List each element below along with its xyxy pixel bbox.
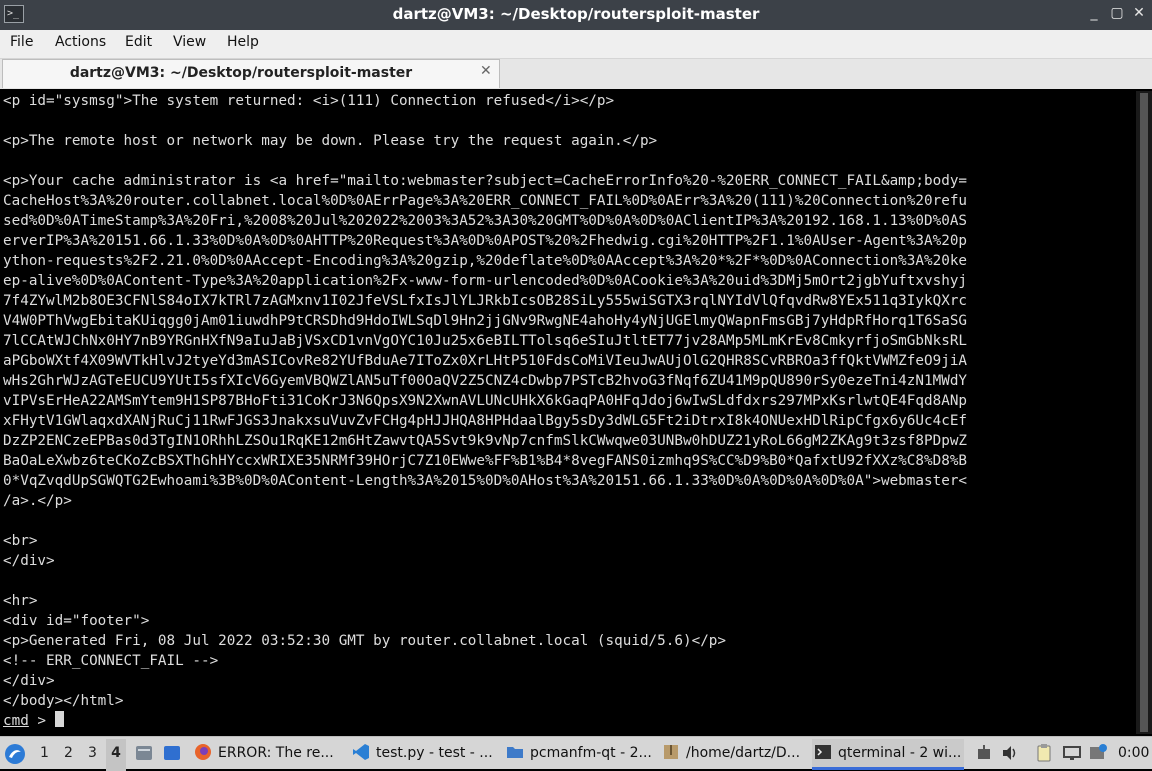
task-firefox[interactable]: ERROR: The re... — [192, 739, 342, 767]
terminal-line: V4W0PThVwgEbitaKUiqgg0jAm01iuwdhP9tCRSDh… — [3, 313, 968, 329]
prompt-symbol: > — [28, 713, 55, 729]
terminal-line: <br> — [3, 533, 38, 549]
terminal-line: DzZP2ENCzeEPBas0d3TgIN1ORhhLZSOu1RqKE12m… — [3, 433, 968, 449]
update-notifier-icon[interactable] — [1088, 743, 1108, 763]
terminal-line: /a>.</p> — [3, 493, 72, 509]
scrollbar-thumb[interactable] — [1140, 93, 1148, 732]
task-qterminal[interactable]: qterminal - 2 wi... — [812, 739, 964, 770]
folder-icon — [507, 747, 523, 758]
menu-bar: File Actions Edit View Help — [0, 30, 1152, 59]
terminal-output[interactable]: <p id="sysmsg">The system returned: <i>(… — [0, 91, 1136, 734]
task-pcmanfm-label: pcmanfm-qt - 2... — [530, 745, 652, 761]
terminal-line: xFHytV1GWlaqxdXANjRuCj11RwFJGS3JnakxsuVu… — [3, 413, 968, 429]
tab-strip: dartz@VM3: ~/Desktop/routersploit-master… — [0, 59, 1152, 89]
taskbar: 1 2 3 4 ERROR: The re... test.py - test … — [0, 736, 1152, 771]
terminal-icon — [815, 745, 831, 759]
terminal-line: erverIP%3A%20151.66.1.33%0D%0A%0D%0AHTTP… — [3, 233, 968, 249]
title-bar: >_ dartz@VM3: ~/Desktop/routersploit-mas… — [0, 0, 1152, 30]
terminal-line: <p>Your cache administrator is <a href="… — [3, 173, 968, 189]
tab-label: dartz@VM3: ~/Desktop/routersploit-master — [69, 65, 413, 81]
prompt-line[interactable]: cmd > — [0, 711, 1136, 731]
task-firefox-label: ERROR: The re... — [218, 745, 334, 761]
workspace-4[interactable]: 4 — [106, 739, 126, 771]
terminal-line: <!-- ERR_CONNECT_FAIL --> — [3, 653, 219, 669]
terminal-scrollbar[interactable] — [1136, 91, 1152, 734]
terminal-line: aPGboWXtf4X09WVTkHlvJ2tyeYd3mASICovRe82Y… — [3, 353, 968, 369]
terminal-line: ython-requests%2F2.21.0%0D%0AAccept-Enco… — [3, 253, 968, 269]
workspace-1[interactable]: 1 — [40, 745, 49, 761]
minimize-button[interactable]: _ — [1087, 6, 1101, 20]
terminal-line: <p id="sysmsg">The system returned: <i>(… — [3, 93, 615, 109]
start-menu-icon[interactable] — [4, 743, 26, 765]
terminal-line: ep-alive%0D%0AContent-Type%3A%20applicat… — [3, 273, 968, 289]
menu-help[interactable]: Help — [227, 34, 259, 50]
window-title: dartz@VM3: ~/Desktop/routersploit-master — [392, 5, 760, 23]
text-cursor — [54, 711, 64, 727]
terminal-line: vIPVsErHeA22AMSmYtem9H1SP87BHoFti31CoKrJ… — [3, 393, 968, 409]
terminal-line: sed%0D%0ATimeStamp%3A%20Fri,%2008%20Jul%… — [3, 213, 968, 229]
task-qterminal-label: qterminal - 2 wi... — [838, 745, 962, 761]
terminal-line: </div> — [3, 673, 55, 689]
tab-close-icon[interactable]: ✕ — [480, 63, 492, 79]
terminal-line: 7f4ZYwlM2b8OE3CFNlS84oIX7kTRl7zAGMxnv1I0… — [3, 293, 968, 309]
workspace-2[interactable]: 2 — [64, 745, 73, 761]
terminal-line: wHs2GhrWJzAGTeEUCU9YUtI5sfXIcV6GyemVBQWZ… — [3, 373, 968, 389]
task-pcmanfm[interactable]: pcmanfm-qt - 2... — [504, 739, 654, 767]
terminal-line: </div> — [3, 553, 55, 569]
task-vscode-label: test.py - test - ... — [376, 745, 493, 761]
archive-icon — [664, 745, 678, 759]
terminal-line: <div id="footer"> — [3, 613, 150, 629]
clipboard-icon[interactable] — [1034, 743, 1054, 763]
terminal-tab[interactable]: dartz@VM3: ~/Desktop/routersploit-master… — [2, 59, 500, 88]
close-window-button[interactable]: ✕ — [1132, 6, 1146, 20]
network-icon[interactable] — [974, 743, 994, 763]
menu-file[interactable]: File — [10, 34, 33, 50]
clock[interactable]: 0:00 — [1118, 745, 1149, 761]
volume-icon[interactable] — [1000, 743, 1020, 763]
terminal-line: CacheHost%3A%20router.collabnet.local%0D… — [3, 193, 968, 209]
task-archive-label: /home/dartz/D... — [686, 745, 801, 761]
firefox-icon — [195, 744, 211, 760]
task-archive[interactable]: /home/dartz/D... — [660, 739, 808, 767]
show-desktop-icon[interactable] — [134, 743, 154, 763]
prompt-cmd-label: cmd — [3, 713, 29, 729]
maximize-button[interactable]: ▢ — [1110, 6, 1124, 20]
menu-view[interactable]: View — [173, 34, 206, 50]
terminal-line: BaOaLeXwbz6teCKoZcBSXThGhHYccxWRIXE35NRM… — [3, 453, 968, 469]
terminal-line: <hr> — [3, 593, 38, 609]
menu-edit[interactable]: Edit — [125, 34, 152, 50]
workspace-3[interactable]: 3 — [88, 745, 97, 761]
terminal-line: <p>The remote host or network may be dow… — [3, 133, 658, 149]
menu-actions[interactable]: Actions — [55, 34, 106, 50]
terminal-line: <p>Generated Fri, 08 Jul 2022 03:52:30 G… — [3, 633, 727, 649]
terminal-line: </body></html> — [3, 693, 124, 709]
terminal-line: 7lCCAtWJChNx0HY7nB9YRGnHXfN9aIuJaBjVSxCD… — [3, 333, 968, 349]
terminal-line: 0*VqZvqdUpSGWQTG2Ewhoami%3B%0D%0AContent… — [3, 473, 968, 489]
task-vscode[interactable]: test.py - test - ... — [350, 739, 500, 767]
vscode-icon — [353, 744, 369, 760]
display-icon[interactable] — [1062, 743, 1082, 763]
window-list-icon[interactable] — [162, 743, 182, 763]
